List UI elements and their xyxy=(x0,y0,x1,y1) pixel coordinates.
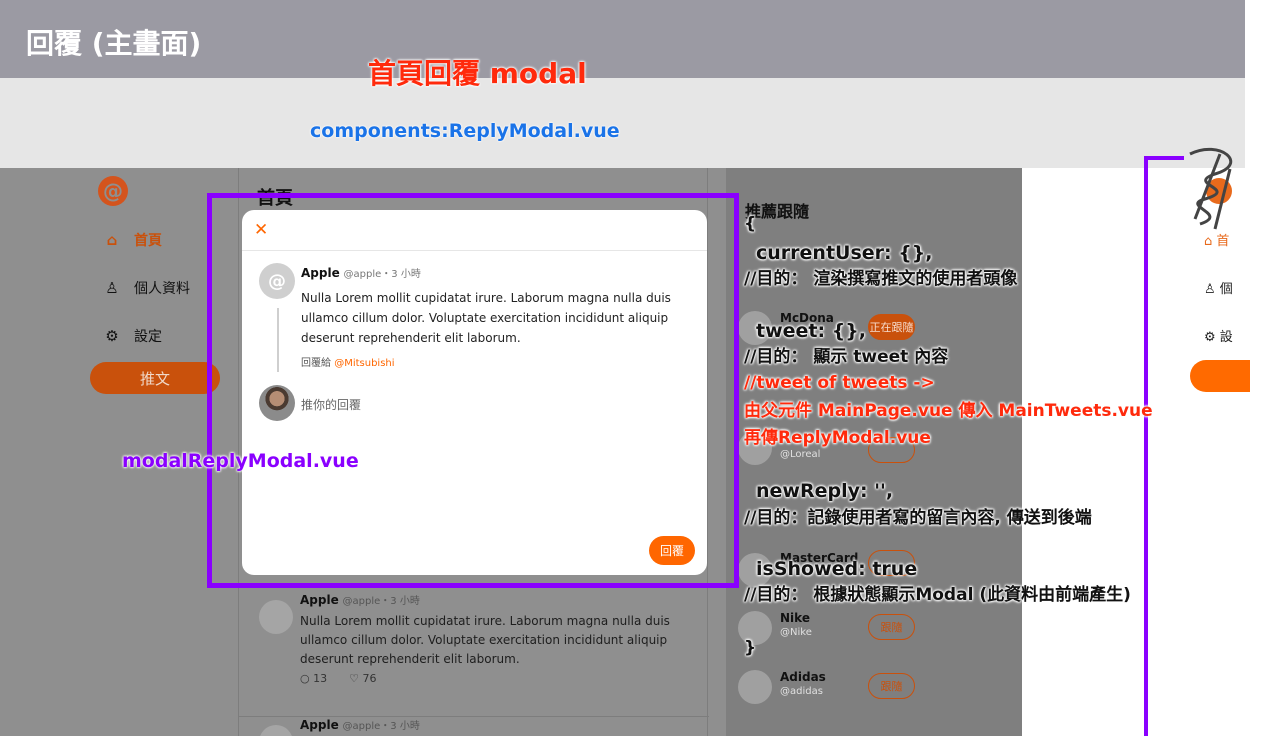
annotation-tweet-source: //tweet of tweets -> xyxy=(744,373,935,393)
sidebar-item-settings[interactable]: ⚙ 設定 xyxy=(104,326,162,346)
like-count[interactable]: ♡ 76 xyxy=(349,672,376,685)
tweet-meta: @apple・3 小時 xyxy=(342,596,420,607)
avatar xyxy=(259,600,293,634)
heart-icon: ♡ xyxy=(349,672,359,685)
tweet-header: Apple @apple・3 小時 xyxy=(300,592,420,607)
recommend-item: Adidas @adidas 跟隨 xyxy=(738,670,1018,714)
recommend-handle: @Loreal xyxy=(780,449,821,460)
comment-icon: ○ xyxy=(300,672,310,685)
recommend-handle: @Nike xyxy=(780,627,812,638)
slide-header: 回覆 (主畫面) xyxy=(0,0,1245,78)
annotation-brace-open: { xyxy=(744,214,757,234)
annotation-tweet-source: 再傳ReplyModal.vue xyxy=(744,428,931,448)
sidebar-item-label: 設定 xyxy=(134,329,162,345)
annotation-new-reply-purpose: //目的：記錄使用者寫的留言內容, 傳送到後端 xyxy=(744,508,1092,528)
component-path: components:ReplyModal.vue xyxy=(310,120,620,142)
follow-button[interactable]: 跟隨 xyxy=(868,614,915,640)
next-screen-preview: ⌂ 首 ♙ 個 ⚙ 設 xyxy=(1096,168,1250,736)
gear-icon: ⚙ xyxy=(105,327,119,345)
reply-count[interactable]: ○ 13 xyxy=(300,672,327,685)
annotation-tweet-source: 由父元件 MainPage.vue 傳入 MainTweets.vue xyxy=(744,401,1153,421)
slide-title: 回覆 (主畫面) xyxy=(26,27,202,60)
annotation-tweet-purpose: //目的： 顯示 tweet 內容 xyxy=(744,347,949,367)
ghost-nav-profile: ♙ 個 xyxy=(1204,282,1233,297)
ghost-nav-settings: ⚙ 設 xyxy=(1204,330,1233,345)
sidebar-item-profile[interactable]: ♙ 個人資料 xyxy=(104,278,190,298)
slide-heading: 首頁回覆 modal xyxy=(368,57,587,90)
sidebar-item-home[interactable]: ⌂ 首頁 xyxy=(104,230,162,250)
annotation-line xyxy=(1144,156,1148,736)
logo-icon: @ xyxy=(98,176,128,206)
tweet-text: Nulla Lorem mollit cupidatat irure. Labo… xyxy=(300,614,670,666)
recommend-name: Adidas xyxy=(780,670,826,684)
sidebar-item-label: 個人資料 xyxy=(134,281,190,297)
avatar xyxy=(259,725,293,736)
user-icon: ♙ xyxy=(105,279,119,297)
modal-highlight-box xyxy=(207,193,739,588)
modal-label: modalReplyModal.vue xyxy=(122,450,359,472)
tweet-meta: @apple・3 小時 xyxy=(342,721,420,732)
house-icon: ⌂ xyxy=(106,231,118,249)
slide-band xyxy=(0,78,1245,168)
annotation-current-user-purpose: //目的： 渲染撰寫推文的使用者頭像 xyxy=(744,269,1018,289)
annotation-is-showed-purpose: //目的： 根據狀態顯示Modal (此資料由前端產生) xyxy=(744,585,1131,605)
tweet-header: Apple @apple・3 小時 xyxy=(300,717,420,732)
recommend-item: Nike @Nike 跟隨 xyxy=(738,611,1018,655)
tweet-actions: ○ 13 ♡ 76 xyxy=(300,672,376,685)
follow-button[interactable]: 跟隨 xyxy=(868,673,915,699)
annotation-line xyxy=(1144,156,1184,160)
recommend-handle: @adidas xyxy=(780,686,823,697)
annotation-is-showed: isShowed: true xyxy=(756,558,918,580)
sidebar-item-label: 首頁 xyxy=(134,233,162,249)
tweet-author: Apple xyxy=(300,593,339,607)
avatar xyxy=(738,670,772,704)
annotation-new-reply: newReply: '', xyxy=(756,480,894,502)
tweet-button[interactable]: 推文 xyxy=(90,362,220,394)
ghost-tweet-button xyxy=(1190,360,1250,392)
scribble-mark xyxy=(1189,147,1233,230)
recommend-name: Nike xyxy=(780,611,810,625)
following-button[interactable]: 正在跟隨 xyxy=(868,314,915,340)
tweet-author: Apple xyxy=(300,718,339,732)
annotation-current-user: currentUser: {}, xyxy=(756,242,933,264)
annotation-tweet: tweet: {}, xyxy=(756,320,866,342)
annotation-brace-close: } xyxy=(744,638,757,658)
feed-tweet[interactable]: Apple @apple・3 小時 Nulla Lorem mollit cup… xyxy=(239,592,709,702)
feed-tweet[interactable]: Apple @apple・3 小時 xyxy=(239,716,709,736)
